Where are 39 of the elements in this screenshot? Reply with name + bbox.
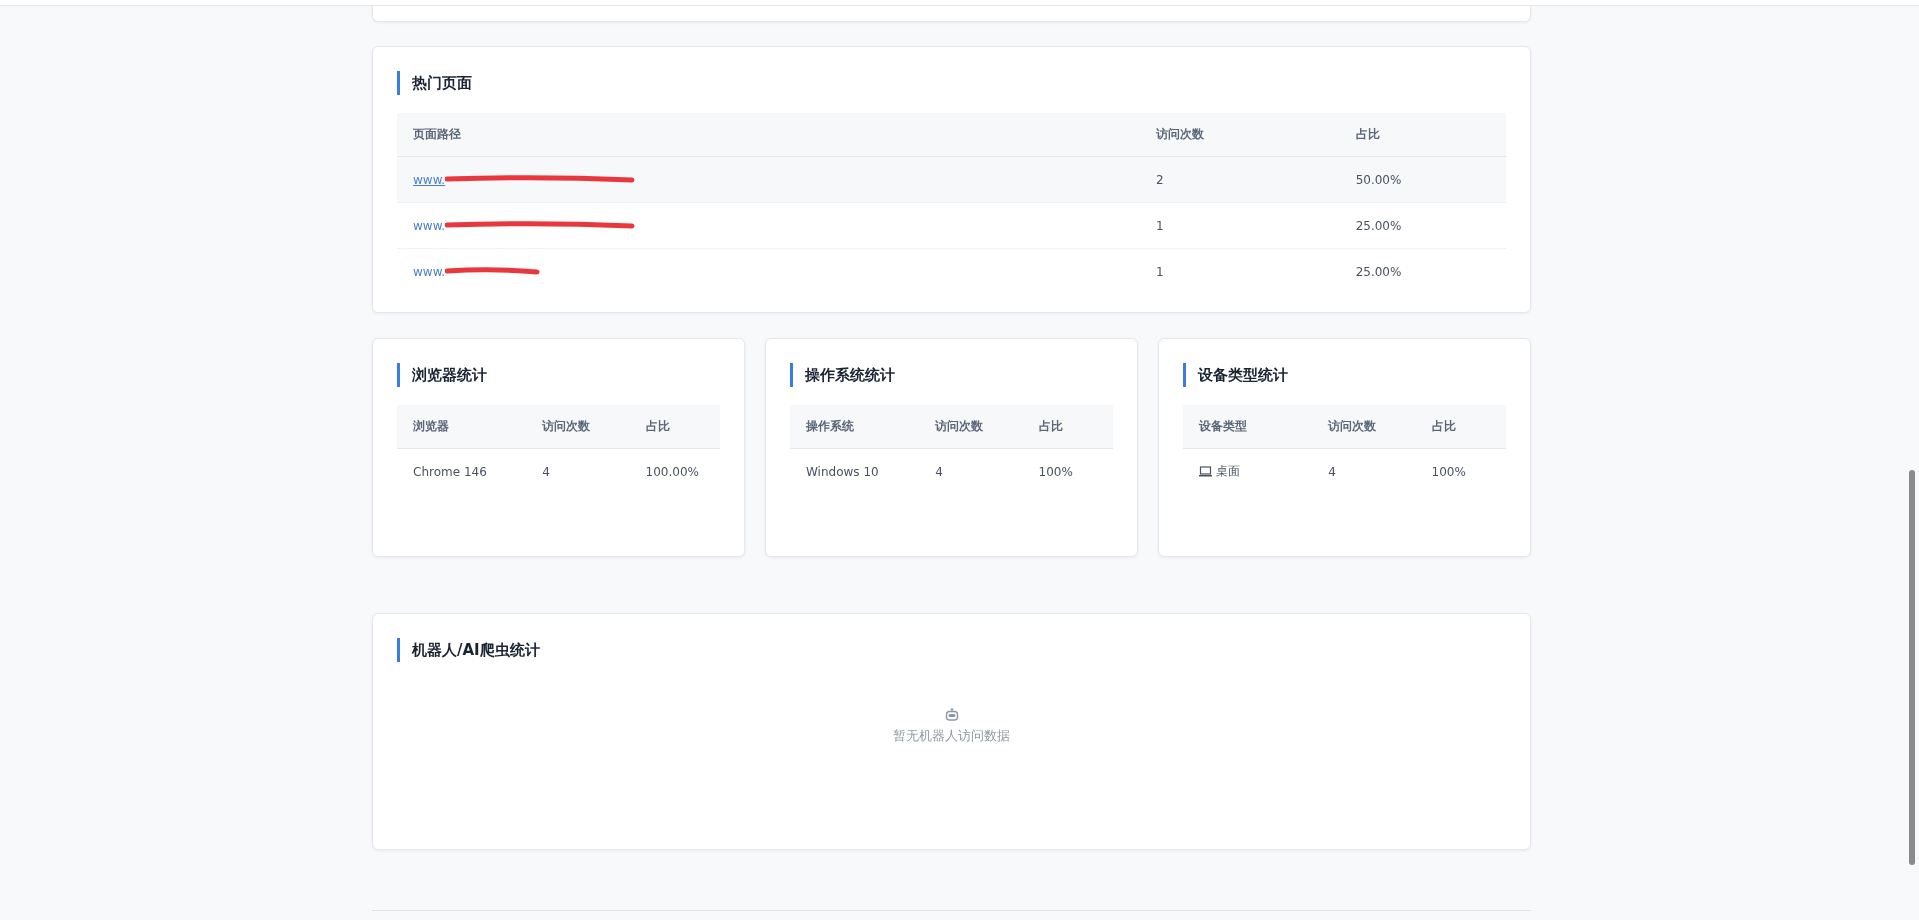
table-cell: 1 [1140,202,1340,249]
column-header: 设备类型 [1183,405,1313,449]
robot-icon [944,708,959,721]
card-title: 设备类型统计 [1183,363,1506,387]
card-title: 操作系统统计 [790,363,1113,387]
page-link[interactable]: www. [413,172,446,187]
table-cell: 4 [919,448,1023,494]
table-cell: 1 [1140,248,1340,294]
table-cell: Chrome 146 [397,448,527,494]
table-cell: 4 [526,448,630,494]
column-header: 占比 [1339,113,1506,157]
column-header: 操作系统 [790,405,920,449]
table-cell: 2 [1140,156,1340,203]
column-header: 占比 [629,405,720,449]
page-link[interactable]: www. [413,218,446,233]
column-header: 浏览器 [397,405,527,449]
table-cell: 50.00% [1339,156,1506,203]
column-header: 访问次数 [526,405,630,449]
table-cell: 桌面 [1216,463,1240,480]
table-cell: 100.00% [629,448,720,494]
column-header: 占比 [1415,405,1506,449]
page-link[interactable]: www. [413,264,446,279]
table-cell: 25.00% [1339,248,1506,294]
column-header: 页面路径 [397,113,1141,157]
column-header: 访问次数 [919,405,1023,449]
table-cell: 100% [1415,448,1506,494]
table-cell: 25.00% [1339,202,1506,249]
column-header: 访问次数 [1312,405,1416,449]
empty-message: 暂无机器人访问数据 [893,727,1010,745]
card-title: 热门页面 [397,71,1506,95]
table-cell: Windows 10 [790,448,920,494]
column-header: 访问次数 [1140,113,1340,157]
card-title: 浏览器统计 [397,363,720,387]
column-header: 占比 [1022,405,1113,449]
scrollbar-thumb[interactable] [1909,470,1915,865]
card-title: 机器人/AI爬虫统计 [397,638,1506,662]
table-cell: 4 [1312,448,1416,494]
table-cell: 100% [1022,448,1113,494]
laptop-icon [1199,466,1212,477]
